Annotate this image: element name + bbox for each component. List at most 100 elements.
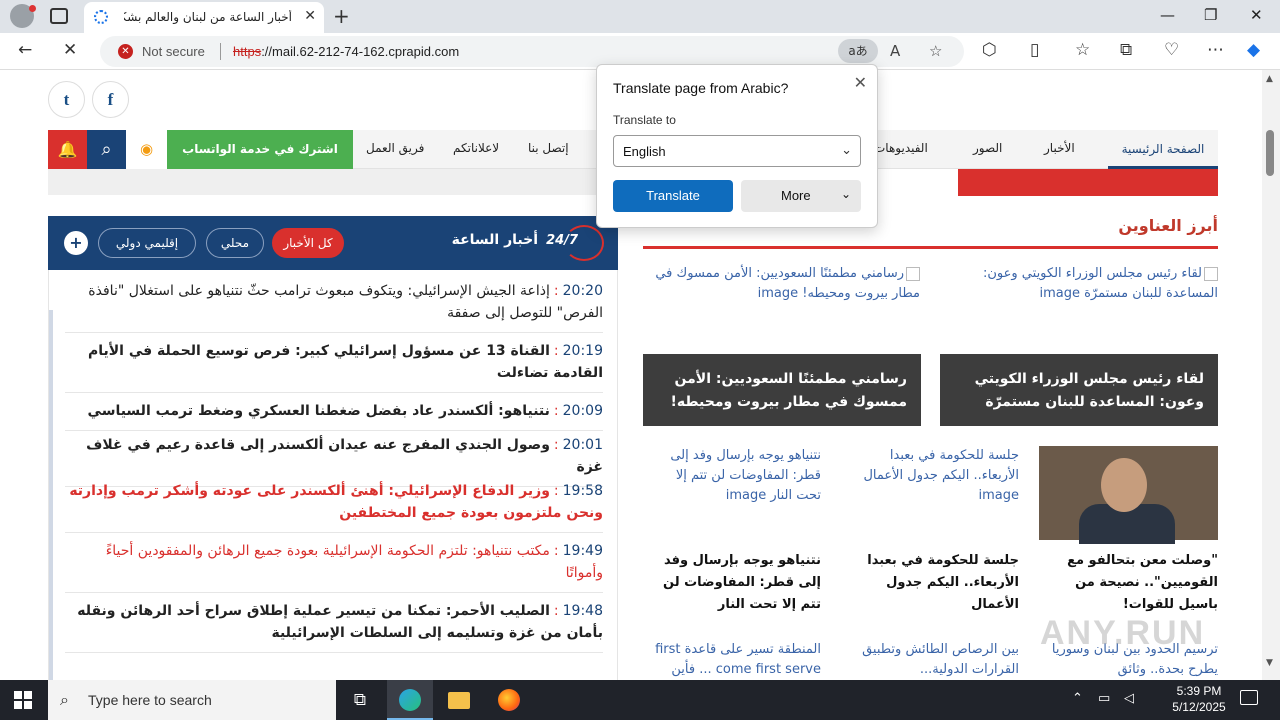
maximize-button[interactable]: ❐ — [1204, 6, 1217, 24]
headline-image[interactable]: رسامني مطمئنًا السعوديين: الأمن ممسوك في… — [648, 264, 920, 304]
minimize-button[interactable]: — — [1160, 6, 1175, 24]
extensions-icon[interactable]: ⬡ — [982, 40, 997, 60]
profile-badge — [29, 5, 36, 12]
read-aloud-icon[interactable]: A — [890, 42, 900, 60]
split-screen-icon[interactable]: ▯ — [1030, 40, 1039, 60]
not-secure-label: Not secure — [142, 44, 205, 59]
taskbar-clock[interactable]: 5:39 PM 5/12/2025 — [1166, 683, 1232, 715]
card-image-alt: بين الرصاص الطائش وتطبيق القرارات الدولي… — [862, 642, 1019, 677]
news-item[interactable]: 19:48:الصليب الأحمر: تمكنا من تيسير عملي… — [65, 600, 603, 653]
card-image[interactable]: المنطقة تسير على قاعدة first come first … — [653, 640, 821, 680]
address-bar[interactable]: ✕ Not secure https://mail.62-212-74-162.… — [100, 36, 964, 67]
twitter-icon[interactable]: t — [48, 81, 85, 118]
volume-icon[interactable]: ◁ — [1124, 691, 1134, 706]
windows-taskbar: ⌕ Type here to search ⧉ ⌃ ▭ ◁ 5:39 PM 5/… — [0, 680, 1280, 720]
nav-contact[interactable]: إتصل بنا — [528, 141, 569, 155]
headline-overlay[interactable]: لقاء رئيس مجلس الوزراء الكويتي وعون: الم… — [940, 354, 1218, 426]
page-scrollbar[interactable]: ▲ ▼ — [1262, 70, 1280, 680]
taskbar-search[interactable]: ⌕ Type here to search — [48, 680, 336, 720]
browser-tab[interactable]: أخبار الساعة من لبنان والعالم بشكل ✕ — [84, 2, 324, 33]
filter-regional[interactable]: إقليمي دولي — [98, 228, 196, 258]
close-tab-icon[interactable]: ✕ — [304, 8, 316, 24]
notifications-icon[interactable] — [1240, 690, 1258, 705]
headline-overlay[interactable]: رسامني مطمئنًا السعوديين: الأمن ممسوك في… — [643, 354, 921, 426]
nav-news[interactable]: الأخبار — [1044, 141, 1075, 155]
url-text[interactable]: https://mail.62-212-74-162.cprapid.com — [233, 44, 459, 59]
news-item[interactable]: 20:20:إذاعة الجيش الإسرائيلي: ويتكوف مبع… — [65, 280, 603, 333]
nav-ads[interactable]: لاعلاناتكم — [453, 141, 499, 155]
card-image[interactable]: جلسة للحكومة في بعبدا الأربعاء.. اليكم ج… — [851, 446, 1019, 506]
filter-all[interactable]: كل الأخبار — [272, 228, 344, 258]
collections-icon[interactable]: ⧉ — [1120, 40, 1132, 60]
news-separator: : — [553, 483, 559, 499]
card-title[interactable]: "وصلت معن بتحالفو مع القوميين".. نصيحة م… — [1040, 550, 1218, 616]
scroll-thumb[interactable] — [1266, 130, 1274, 176]
language-select[interactable]: English ⌄ — [613, 135, 861, 167]
nav-team[interactable]: فريق العمل — [366, 141, 424, 155]
whatsapp-subscribe-button[interactable]: اشترك في خدمة الواتساب — [167, 130, 353, 169]
news-list: 20:20:إذاعة الجيش الإسرائيلي: ويتكوف مبع… — [48, 270, 618, 680]
card-image[interactable]: بين الرصاص الطائش وتطبيق القرارات الدولي… — [851, 640, 1019, 680]
more-menu-icon[interactable]: ⋯ — [1207, 40, 1224, 60]
translate-icon[interactable]: aあ — [838, 39, 878, 63]
bell-icon[interactable]: 🔔 — [48, 130, 87, 169]
nav-photos[interactable]: الصور — [973, 141, 1002, 155]
news-item[interactable]: 20:19:القناة 13 عن مسؤول إسرائيلي كبير: … — [65, 340, 603, 393]
favorites-icon[interactable]: ☆ — [1075, 40, 1090, 60]
edge-taskbar-icon[interactable] — [387, 680, 433, 720]
chevron-down-icon: ⌄ — [841, 142, 852, 157]
task-view-icon[interactable]: ⧉ — [337, 680, 383, 720]
news-separator: : — [553, 603, 559, 619]
clock-time: 5:39 PM — [1176, 684, 1222, 698]
news-separator: : — [553, 437, 559, 453]
live-news-title: أخبار الساعة — [451, 232, 538, 248]
news-time: 20:19 — [562, 343, 603, 359]
file-explorer-icon[interactable] — [436, 680, 482, 720]
card-title[interactable]: جلسة للحكومة في بعبدا الأربعاء.. اليكم ج… — [841, 550, 1019, 616]
stop-icon[interactable]: ✕ — [63, 40, 77, 60]
tab-title: أخبار الساعة من لبنان والعالم بشكل — [124, 10, 292, 24]
news-time: 20:20 — [562, 283, 603, 299]
firefox-icon[interactable] — [486, 680, 532, 720]
headlines-title: أبرز العناوين — [1118, 216, 1218, 235]
back-icon[interactable]: ← — [18, 40, 32, 60]
news-photo[interactable] — [1039, 446, 1218, 544]
translate-button[interactable]: Translate — [613, 180, 733, 212]
browser-essentials-icon[interactable]: ♡ — [1164, 40, 1179, 60]
add-icon[interactable]: + — [64, 231, 88, 255]
filter-local[interactable]: محلي — [206, 228, 264, 258]
list-scrollbar[interactable] — [49, 310, 53, 680]
news-item[interactable]: 20:09:نتنياهو: ألكسندر عاد بفضل ضغطنا ال… — [65, 400, 603, 431]
close-window-button[interactable]: ✕ — [1250, 6, 1263, 24]
tab-actions-icon[interactable] — [50, 8, 68, 24]
news-text: مكتب نتنياهو: تلتزم الحكومة الإسرائيلية … — [105, 543, 603, 581]
close-icon[interactable]: ✕ — [854, 73, 867, 93]
broken-image-icon — [906, 266, 920, 281]
favorite-star-icon[interactable]: ☆ — [929, 42, 942, 60]
new-tab-icon[interactable]: + — [333, 4, 350, 28]
taskbar-search-placeholder: Type here to search — [88, 692, 212, 708]
more-button[interactable]: More ⌄ — [741, 180, 861, 212]
news-item[interactable]: 19:49:مكتب نتنياهو: تلتزم الحكومة الإسرا… — [65, 540, 603, 593]
news-time: 19:48 — [562, 603, 603, 619]
scroll-up-icon[interactable]: ▲ — [1266, 74, 1273, 84]
news-text: وزير الدفاع الإسرائيلي: أهنئ ألكسندر على… — [69, 483, 603, 521]
tray-overflow-icon[interactable]: ⌃ — [1072, 691, 1083, 706]
windows-start-icon[interactable] — [14, 691, 32, 709]
network-icon[interactable]: ▭ — [1098, 691, 1110, 706]
rss-icon[interactable]: ◉ — [126, 130, 167, 169]
divider — [220, 43, 221, 60]
nav-videos[interactable]: الفيديوهات — [874, 141, 928, 155]
card-image[interactable]: نتنياهو يوجه بإرسال وفد إلى قطر: المفاوض… — [653, 446, 821, 506]
nav-home[interactable]: الصفحة الرئيسية — [1108, 130, 1218, 169]
translate-to-label: Translate to — [613, 113, 676, 127]
url-scheme: https — [233, 44, 262, 59]
copilot-icon[interactable]: ◆ — [1247, 40, 1260, 60]
facebook-icon[interactable]: f — [92, 81, 129, 118]
card-title[interactable]: نتنياهو يوجه بإرسال وفد إلى قطر: المفاوض… — [643, 550, 821, 616]
headline-image[interactable]: لقاء رئيس مجلس الوزراء الكويتي وعون: الم… — [946, 264, 1218, 304]
news-item[interactable]: 19:58:وزير الدفاع الإسرائيلي: أهنئ ألكسن… — [65, 480, 603, 533]
scroll-down-icon[interactable]: ▼ — [1266, 658, 1273, 668]
search-icon[interactable]: ⌕ — [87, 130, 126, 169]
news-separator: : — [553, 283, 559, 299]
